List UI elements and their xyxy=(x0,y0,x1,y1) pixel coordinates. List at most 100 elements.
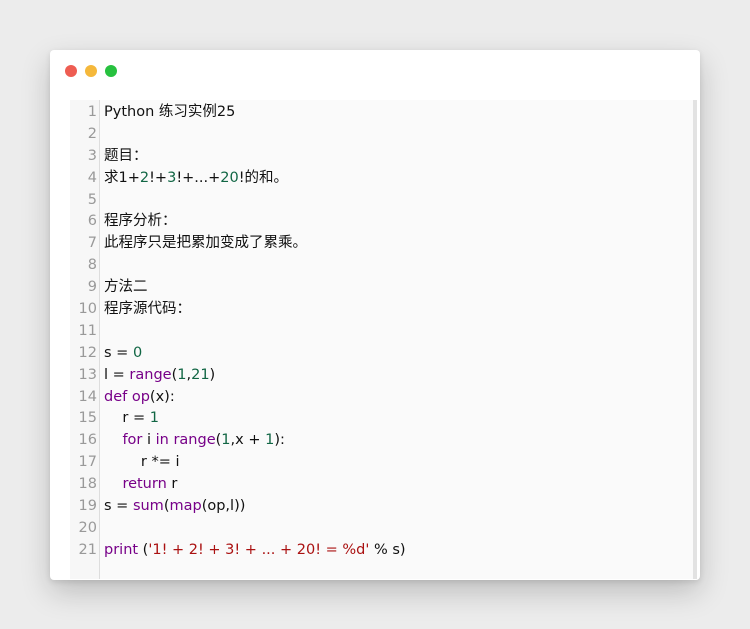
code-token: for xyxy=(122,432,143,449)
code-text: def op(x): xyxy=(104,387,175,409)
code-line[interactable]: 8 xyxy=(70,255,697,277)
line-number: 5 xyxy=(87,191,97,208)
line-number: 15 xyxy=(78,410,97,427)
line-number: 3 xyxy=(87,147,97,164)
line-number: 16 xyxy=(78,432,97,449)
code-line[interactable]: 11 xyxy=(70,321,697,343)
code-token: r = xyxy=(104,410,150,427)
line-number: 6 xyxy=(87,213,97,230)
code-line[interactable]: 18 return r xyxy=(70,474,697,496)
code-line[interactable]: 20 xyxy=(70,518,697,540)
code-token: range xyxy=(173,432,216,449)
code-token: range xyxy=(129,366,172,383)
code-editor[interactable]: 1 Python 练习实例25 2 3 题目： 4 求1+2!+3!+...+20!的和。 5… xyxy=(70,100,697,579)
code-token: 方法二 xyxy=(104,279,148,296)
line-number: 4 xyxy=(87,169,97,186)
code-line[interactable]: 6 程序分析： xyxy=(70,211,697,233)
code-text: 此程序只是把累加变成了累乘。 xyxy=(104,233,307,255)
code-token: 此程序只是把累加变成了累乘。 xyxy=(104,235,307,252)
minimize-button[interactable] xyxy=(85,65,97,77)
line-number: 20 xyxy=(78,519,97,536)
code-token: ,x + xyxy=(230,432,266,449)
code-line[interactable]: 12 s = 0 xyxy=(70,343,697,365)
code-token: 求1+ xyxy=(104,169,140,186)
code-token: 21 xyxy=(191,366,210,383)
line-number: 13 xyxy=(78,366,97,383)
code-lines: 1 Python 练习实例25 2 3 题目： 4 求1+2!+3!+...+20!的和。 5… xyxy=(70,102,697,562)
code-text: 题目： xyxy=(104,146,148,168)
code-token: 2 xyxy=(139,169,150,186)
code-token: in xyxy=(155,432,169,449)
code-text: l = range(1,21) xyxy=(104,365,215,387)
code-token: (op,l)) xyxy=(201,498,246,515)
line-number: 14 xyxy=(78,388,97,405)
code-line[interactable]: 10 程序源代码： xyxy=(70,299,697,321)
code-token: 3 xyxy=(167,169,177,186)
code-token: r xyxy=(166,476,178,493)
code-line[interactable]: 17 r *= i xyxy=(70,452,697,474)
code-text: s = sum(map(op,l)) xyxy=(104,496,245,518)
line-number: 11 xyxy=(78,322,97,339)
code-token: Python 练习实例25 xyxy=(104,104,236,120)
line-number: 12 xyxy=(78,344,97,361)
line-number: 21 xyxy=(78,541,97,558)
code-token: return xyxy=(122,476,167,493)
line-number: 9 xyxy=(87,279,97,296)
line-number: 7 xyxy=(87,235,97,252)
code-token: 题目： xyxy=(104,147,148,164)
close-button[interactable] xyxy=(65,65,77,77)
code-text: 程序源代码： xyxy=(104,299,191,321)
code-line[interactable]: 14 def op(x): xyxy=(70,387,697,409)
code-text: Python 练习实例25 xyxy=(104,102,235,124)
code-token: !+...+ xyxy=(176,169,221,186)
code-token: '1! + 2! + 3! + ... + 20! = %d' xyxy=(148,541,370,558)
code-token: l = xyxy=(104,366,130,383)
code-line[interactable]: 4 求1+2!+3!+...+20!的和。 xyxy=(70,168,697,190)
code-window: 1 Python 练习实例25 2 3 题目： 4 求1+2!+3!+...+20!的和。 5… xyxy=(50,50,700,580)
code-text: 求1+2!+3!+...+20!的和。 xyxy=(104,168,288,190)
code-token: r *= i xyxy=(104,454,180,471)
code-token: def xyxy=(104,388,128,405)
code-line[interactable]: 16 for i in range(1,x + 1): xyxy=(70,430,697,452)
code-token: print xyxy=(104,541,139,558)
code-token: 20 xyxy=(220,169,239,186)
code-text: return r xyxy=(104,474,177,496)
line-number: 10 xyxy=(78,301,97,318)
code-token: i xyxy=(142,432,156,449)
code-token: 1 xyxy=(149,410,159,427)
window-controls xyxy=(65,65,117,77)
code-token: !的和。 xyxy=(238,169,289,186)
code-line[interactable]: 1 Python 练习实例25 xyxy=(70,102,697,124)
code-text: 方法二 xyxy=(104,277,148,299)
code-text: for i in range(1,x + 1): xyxy=(104,430,285,452)
code-token: ): xyxy=(274,432,285,449)
line-number: 1 xyxy=(87,104,97,120)
code-token: s = xyxy=(104,498,133,515)
code-line[interactable]: 13 l = range(1,21) xyxy=(70,365,697,387)
code-line[interactable]: 7 此程序只是把累加变成了累乘。 xyxy=(70,233,697,255)
code-line[interactable]: 9 方法二 xyxy=(70,277,697,299)
code-line[interactable]: 19 s = sum(map(op,l)) xyxy=(70,496,697,518)
code-line[interactable]: 21 print ('1! + 2! + 3! + ... + 20! = %d'… xyxy=(70,540,697,562)
line-number: 17 xyxy=(78,454,97,471)
line-number: 19 xyxy=(78,498,97,515)
maximize-button[interactable] xyxy=(105,65,117,77)
code-line[interactable]: 15 r = 1 xyxy=(70,408,697,430)
code-token: 1 xyxy=(265,432,275,449)
code-token: s = xyxy=(104,344,133,361)
line-number: 8 xyxy=(87,257,97,274)
code-token: ) xyxy=(209,366,216,383)
code-token: 程序源代码： xyxy=(104,301,191,318)
code-token: (x): xyxy=(149,388,175,405)
code-token: 1 xyxy=(221,432,231,449)
code-token: % s) xyxy=(369,541,406,558)
code-line[interactable]: 2 xyxy=(70,124,697,146)
code-token: sum xyxy=(132,498,164,515)
code-line[interactable]: 5 xyxy=(70,190,697,212)
code-token: ( xyxy=(138,541,149,558)
code-token: 0 xyxy=(132,344,143,361)
code-token: map xyxy=(169,498,202,515)
code-line[interactable]: 3 题目： xyxy=(70,146,697,168)
